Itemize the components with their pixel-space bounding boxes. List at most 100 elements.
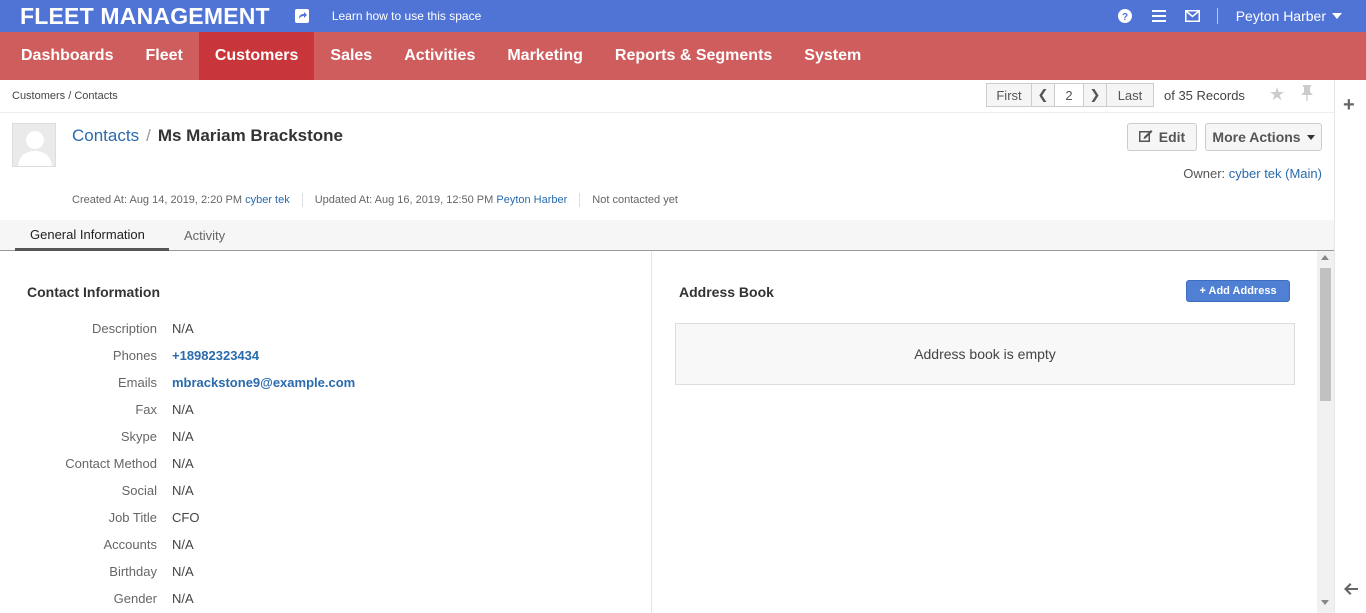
pager-record-count: of 35 Records xyxy=(1164,87,1245,103)
pager-current-page: 2 xyxy=(1054,83,1084,107)
breadcrumb[interactable]: Customers / Contacts xyxy=(12,90,118,102)
chevron-left-icon: ❮ xyxy=(1037,87,1049,102)
field-label: Contact Method xyxy=(65,456,157,471)
divider xyxy=(301,193,303,207)
field-value: N/A xyxy=(172,483,194,498)
nav-sales[interactable]: Sales xyxy=(314,32,388,80)
edit-button[interactable]: Edit xyxy=(1127,123,1197,151)
scroll-down-icon[interactable] xyxy=(1321,600,1329,605)
field-row: Skype N/A xyxy=(0,423,640,450)
add-address-button[interactable]: + Add Address xyxy=(1186,280,1290,302)
more-actions-button[interactable]: More Actions xyxy=(1205,123,1322,151)
nav-system[interactable]: System xyxy=(788,32,877,80)
edit-icon xyxy=(1138,129,1153,145)
arrow-left-icon[interactable] xyxy=(1344,582,1358,600)
field-row: Social N/A xyxy=(0,477,640,504)
content-area: Customers / Contacts First ❮ 2 ❯ Last of… xyxy=(0,80,1334,613)
nav-dashboards[interactable]: Dashboards xyxy=(5,32,129,80)
chevron-right-icon: ❯ xyxy=(1089,87,1101,102)
contact-status: Not contacted yet xyxy=(592,194,678,206)
nav-activities[interactable]: Activities xyxy=(388,32,491,80)
owner-label: Owner: xyxy=(1183,166,1226,181)
menu-icon[interactable] xyxy=(1151,8,1167,24)
created-at: Created At: Aug 14, 2019, 2:20 PM xyxy=(72,194,243,206)
field-row: Contact Method N/A xyxy=(0,450,640,477)
address-book-panel: Address Book + Add Address Address book … xyxy=(653,251,1317,613)
field-value: N/A xyxy=(172,429,194,444)
contact-information-panel: Contact Information Description N/A Phone… xyxy=(0,251,652,613)
field-row: Fax N/A xyxy=(0,396,640,423)
share-icon[interactable] xyxy=(294,9,309,23)
field-value: N/A xyxy=(172,537,194,552)
created-by-link[interactable]: cyber tek xyxy=(245,194,290,206)
field-value: N/A xyxy=(172,402,194,417)
field-label: Job Title xyxy=(108,510,157,525)
field-label: Fax xyxy=(135,402,157,417)
divider xyxy=(1216,8,1218,24)
star-icon[interactable]: ★ xyxy=(1269,84,1285,105)
field-row: Emails mbrackstone9@example.com xyxy=(0,369,640,396)
field-value: N/A xyxy=(172,591,194,606)
field-label: Accounts xyxy=(103,537,157,552)
field-label: Social xyxy=(121,483,157,498)
chevron-down-icon xyxy=(1332,13,1342,19)
tab-activity[interactable]: Activity xyxy=(184,220,225,250)
more-actions-label: More Actions xyxy=(1212,129,1301,145)
field-value: N/A xyxy=(172,456,194,471)
field-value: N/A xyxy=(172,321,194,336)
pager-prev-button[interactable]: ❮ xyxy=(1031,83,1055,107)
field-label: Gender xyxy=(113,591,157,606)
plus-icon[interactable]: + xyxy=(1343,94,1355,117)
record-meta: Created At: Aug 14, 2019, 2:20 PM cyber … xyxy=(72,193,678,207)
address-book-empty: Address book is empty xyxy=(675,323,1295,385)
divider xyxy=(579,193,581,207)
field-row: Accounts N/A xyxy=(0,531,640,558)
main-nav: Dashboards Fleet Customers Sales Activit… xyxy=(0,32,1366,80)
field-row: Birthday N/A xyxy=(0,558,640,585)
pager-first-button[interactable]: First xyxy=(986,83,1032,107)
tab-general-information[interactable]: General Information xyxy=(15,220,169,251)
svg-text:?: ? xyxy=(1122,12,1128,23)
field-label: Birthday xyxy=(109,564,157,579)
nav-reports-segments[interactable]: Reports & Segments xyxy=(599,32,788,80)
phone-link[interactable]: +18982323434 xyxy=(172,348,259,363)
pin-icon[interactable] xyxy=(1300,84,1314,107)
top-bar: FLEET MANAGEMENT Learn how to use this s… xyxy=(0,0,1366,32)
help-icon[interactable]: ? xyxy=(1117,8,1133,24)
section-title: Contact Information xyxy=(27,284,160,300)
field-value: CFO xyxy=(172,510,200,525)
field-label: Emails xyxy=(117,375,157,390)
scroll-thumb[interactable] xyxy=(1320,268,1331,401)
record-name: Ms Mariam Brackstone xyxy=(157,126,344,145)
mail-icon[interactable] xyxy=(1185,8,1201,24)
field-value: N/A xyxy=(172,564,194,579)
pager-next-button[interactable]: ❯ xyxy=(1083,83,1107,107)
right-rail: + xyxy=(1334,80,1366,613)
nav-marketing[interactable]: Marketing xyxy=(491,32,599,80)
edit-label: Edit xyxy=(1158,129,1186,145)
updated-by-link[interactable]: Peyton Harber xyxy=(496,194,567,206)
user-menu[interactable]: Peyton Harber xyxy=(1236,8,1342,24)
learn-link[interactable]: Learn how to use this space xyxy=(332,9,481,23)
title-separator: / xyxy=(146,126,151,145)
page-title: Contacts / Ms Mariam Brackstone xyxy=(72,126,343,146)
field-row: Job Title CFO xyxy=(0,504,640,531)
pager-last-button[interactable]: Last xyxy=(1106,83,1154,107)
owner-link[interactable]: cyber tek (Main) xyxy=(1229,166,1322,181)
scrollbar[interactable] xyxy=(1317,251,1334,613)
nav-fleet[interactable]: Fleet xyxy=(129,32,198,80)
field-row: Gender N/A xyxy=(0,585,640,612)
brand-logo[interactable]: FLEET MANAGEMENT xyxy=(20,3,270,30)
caret-down-icon xyxy=(1306,134,1315,140)
tab-bar: General Information Activity xyxy=(0,220,1334,251)
field-row: Phones +18982323434 xyxy=(0,342,640,369)
record-header: Contacts / Ms Mariam Brackstone Edit Mor… xyxy=(0,113,1334,220)
field-label: Skype xyxy=(120,429,157,444)
scroll-up-icon[interactable] xyxy=(1321,255,1329,260)
email-link[interactable]: mbrackstone9@example.com xyxy=(172,375,355,390)
nav-customers[interactable]: Customers xyxy=(198,32,315,80)
contacts-link[interactable]: Contacts xyxy=(72,126,139,146)
updated-at: Updated At: Aug 16, 2019, 12:50 PM xyxy=(314,194,494,206)
field-label: Phones xyxy=(112,348,157,363)
field-label: Description xyxy=(91,321,157,336)
